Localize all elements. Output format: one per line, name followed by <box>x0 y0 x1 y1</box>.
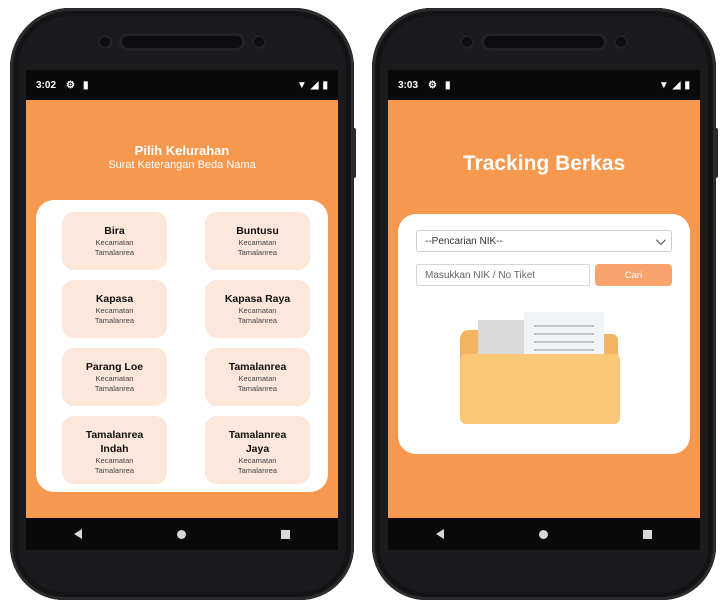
navigation-bar <box>26 518 338 550</box>
back-icon[interactable] <box>73 529 82 539</box>
kelurahan-name: Kapasa Raya <box>224 293 291 305</box>
content-area: Tracking Berkas --Pencarian NIK-- Cari <box>388 100 700 518</box>
kelurahan-name: Tamalanrea <box>228 361 287 373</box>
back-icon[interactable] <box>435 529 444 539</box>
kecamatan-label: Kecamatan <box>95 456 134 465</box>
sd-card-icon: ▮ <box>82 79 89 91</box>
kecamatan-label: Kecamatan <box>95 306 134 315</box>
screen-pilih-kelurahan: 3:02 ⚙ ▮ ▼ ◢ ▮ Pilih Kelurahan Surat Ket… <box>26 70 338 550</box>
status-time: 3:03 <box>398 79 419 91</box>
kelurahan-name: Buntusu <box>236 225 279 237</box>
tracking-card: --Pencarian NIK-- Cari <box>398 214 690 454</box>
speaker-grill <box>462 36 626 48</box>
kecamatan-label: Kecamatan <box>238 306 277 315</box>
kelurahan-kapasa-raya[interactable]: Kapasa Raya Kecamatan Tamalanrea <box>205 280 310 338</box>
sd-card-icon: ▮ <box>444 79 451 91</box>
battery-icon: ▮ <box>684 79 690 91</box>
kelurahan-name: Parang Loe <box>85 361 144 373</box>
kecamatan-value: Tamalanrea <box>94 316 135 325</box>
kecamatan-value: Tamalanrea <box>94 466 135 475</box>
kecamatan-value: Tamalanrea <box>237 248 278 257</box>
home-icon[interactable] <box>538 529 548 539</box>
phone-frame-right: 3:03 ⚙ ▮ ▼ ◢ ▮ Tracking Berkas --Pencari… <box>372 8 718 600</box>
pencarian-select[interactable]: --Pencarian NIK-- <box>416 230 672 252</box>
folder-illustration <box>460 312 620 424</box>
page-title: Pilih Kelurahan <box>134 143 230 158</box>
page-title: Tracking Berkas <box>462 152 626 175</box>
cari-button[interactable]: Cari <box>595 264 672 286</box>
page-subtitle: Surat Keterangan Beda Nama <box>108 159 256 171</box>
kelurahan-name: Bira <box>104 225 125 237</box>
gear-icon: ⚙ <box>66 79 75 91</box>
kelurahan-bira[interactable]: Bira Kecamatan Tamalanrea <box>62 212 167 270</box>
status-bar: 3:02 ⚙ ▮ ▼ ◢ ▮ <box>26 70 338 100</box>
gear-icon: ⚙ <box>428 79 437 91</box>
content-area: Pilih Kelurahan Surat Keterangan Beda Na… <box>26 100 338 518</box>
kelurahan-name: Tamalanrea <box>85 429 144 441</box>
kecamatan-label: Kecamatan <box>95 374 134 383</box>
volume-button <box>714 128 718 178</box>
kecamatan-label: Kecamatan <box>238 238 277 247</box>
kecamatan-value: Tamalanrea <box>94 248 135 257</box>
kecamatan-value: Tamalanrea <box>237 384 278 393</box>
signal-icon: ◢ <box>672 79 681 91</box>
kelurahan-tamalanrea-indah[interactable]: Tamalanrea Indah Kecamatan Tamalanrea <box>62 416 167 484</box>
kelurahan-name: Kapasa <box>95 293 134 305</box>
phone-frame-left: 3:02 ⚙ ▮ ▼ ◢ ▮ Pilih Kelurahan Surat Ket… <box>10 8 356 600</box>
signal-icon: ◢ <box>310 79 319 91</box>
wifi-icon: ▼ <box>296 79 307 91</box>
navigation-bar <box>388 518 700 550</box>
kelurahan-card: Bira Kecamatan Tamalanrea Buntusu Kecama… <box>36 200 328 492</box>
kelurahan-name: Indah <box>100 443 129 455</box>
volume-button <box>352 128 356 178</box>
status-bar: 3:03 ⚙ ▮ ▼ ◢ ▮ <box>388 70 700 100</box>
kecamatan-label: Kecamatan <box>238 456 277 465</box>
select-value: --Pencarian NIK-- <box>425 235 503 247</box>
kecamatan-value: Tamalanrea <box>94 384 135 393</box>
recent-apps-icon[interactable] <box>281 529 291 539</box>
kecamatan-label: Kecamatan <box>238 374 277 383</box>
recent-apps-icon[interactable] <box>643 529 653 539</box>
nik-input[interactable] <box>416 264 590 286</box>
chevron-down-icon <box>655 234 666 245</box>
kelurahan-tamalanrea-jaya[interactable]: Tamalanrea Jaya Kecamatan Tamalanrea <box>205 416 310 484</box>
kecamatan-value: Tamalanrea <box>237 316 278 325</box>
kelurahan-name: Tamalanrea <box>228 429 287 441</box>
screen-tracking-berkas: 3:03 ⚙ ▮ ▼ ◢ ▮ Tracking Berkas --Pencari… <box>388 70 700 550</box>
kecamatan-label: Kecamatan <box>95 238 134 247</box>
kelurahan-parang-loe[interactable]: Parang Loe Kecamatan Tamalanrea <box>62 348 167 406</box>
home-icon[interactable] <box>176 529 186 539</box>
kelurahan-kapasa[interactable]: Kapasa Kecamatan Tamalanrea <box>62 280 167 338</box>
speaker-grill <box>100 36 264 48</box>
kelurahan-buntusu[interactable]: Buntusu Kecamatan Tamalanrea <box>205 212 310 270</box>
folder-front <box>460 354 620 424</box>
battery-icon: ▮ <box>322 79 328 91</box>
status-time: 3:02 <box>36 79 57 91</box>
wifi-icon: ▼ <box>658 79 669 91</box>
kelurahan-name: Jaya <box>245 443 270 455</box>
kelurahan-tamalanrea[interactable]: Tamalanrea Kecamatan Tamalanrea <box>205 348 310 406</box>
kecamatan-value: Tamalanrea <box>237 466 278 475</box>
